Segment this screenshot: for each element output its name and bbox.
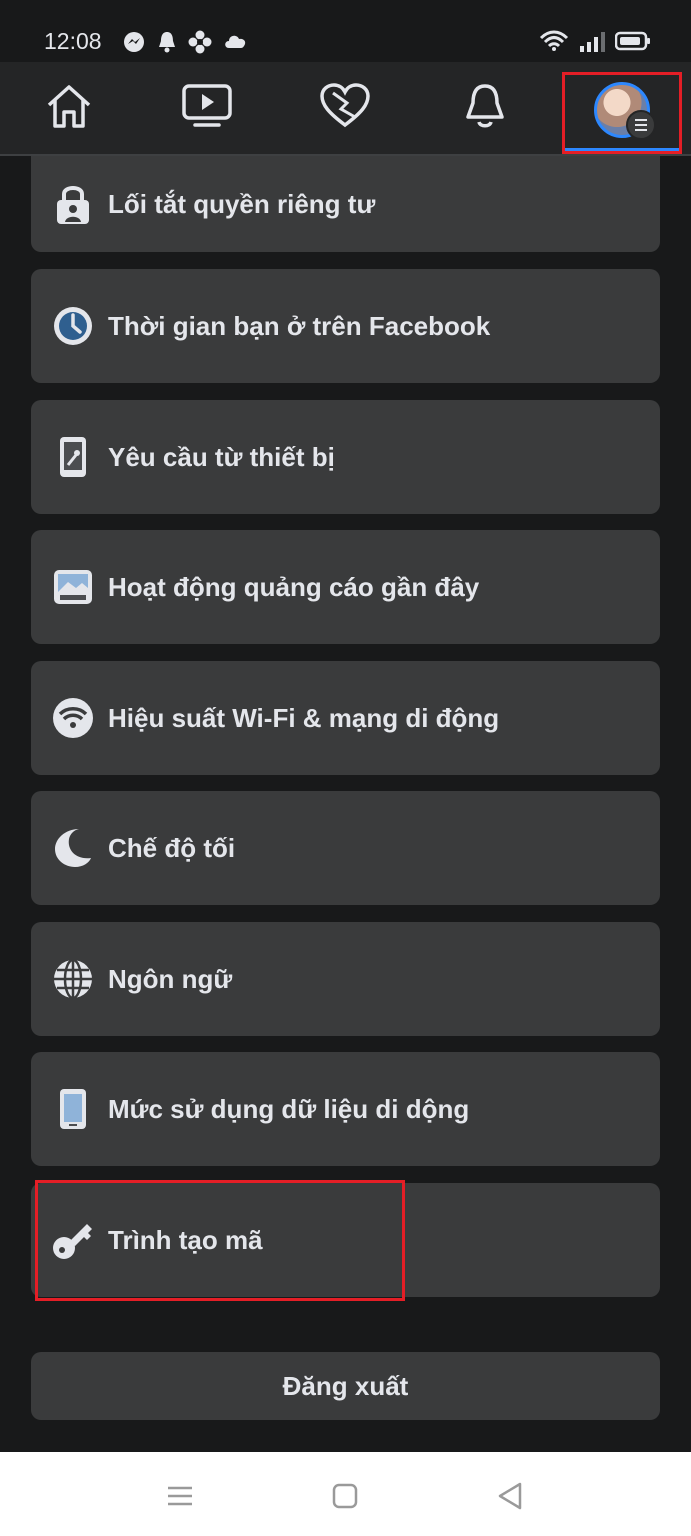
system-nav-bar (0, 1452, 691, 1536)
clock-icon (51, 304, 95, 348)
notifications-bell-icon (466, 84, 504, 128)
menu-item-label: Ngôn ngữ (108, 963, 233, 994)
moon-icon (51, 826, 95, 870)
status-time: 12:08 (44, 28, 102, 54)
status-right-icons (539, 30, 651, 52)
menu-item-label: Hoạt động quảng cáo gần đây (108, 571, 480, 602)
menu-item-label: Lối tắt quyền riêng tư (108, 188, 376, 219)
home-square-icon (332, 1483, 358, 1509)
device-key-icon (51, 435, 95, 479)
battery-icon (615, 31, 650, 51)
signal-icon (580, 32, 605, 52)
system-home-button[interactable] (325, 1476, 365, 1516)
back-triangle-icon (498, 1482, 522, 1510)
wifi-icon (539, 30, 569, 51)
menu-item-privacy-shortcuts[interactable]: Lối tắt quyền riêng tư (31, 156, 660, 252)
nav-home-button[interactable] (39, 76, 99, 136)
menu-item-language[interactable]: Ngôn ngữ (31, 922, 660, 1036)
watch-video-icon (182, 84, 232, 127)
menu-item-dark-mode[interactable]: Chế độ tối (31, 791, 660, 905)
menu-item-recent-ad-activity[interactable]: Hoạt động quảng cáo gần đây (31, 530, 660, 644)
status-left-icons (122, 30, 248, 54)
nav-dating-button[interactable] (315, 76, 375, 136)
lock-icon (51, 182, 95, 226)
recent-apps-button[interactable] (160, 1476, 200, 1516)
profile-highlight-box (562, 72, 682, 154)
menu-item-label: Yêu cầu từ thiết bị (108, 441, 335, 472)
phone-icon (51, 1087, 95, 1131)
menu-lines-icon (168, 1486, 192, 1506)
dating-heart-icon (320, 83, 370, 128)
menu-item-label: Chế độ tối (108, 832, 236, 863)
flower-icon (188, 30, 212, 54)
menu-item-time-on-facebook[interactable]: Thời gian bạn ở trên Facebook (31, 269, 660, 383)
wifi-icon (51, 696, 95, 740)
menu-item-device-requests[interactable]: Yêu cầu từ thiết bị (31, 400, 660, 514)
menu-item-label: Thời gian bạn ở trên Facebook (108, 310, 491, 341)
menu-item-mobile-data-usage[interactable]: Mức sử dụng dữ liệu di dộng (31, 1052, 660, 1166)
messenger-icon (124, 32, 144, 52)
nav-watch-button[interactable] (177, 76, 237, 136)
ad-image-icon (51, 565, 95, 609)
menu-item-label: Mức sử dụng dữ liệu di dộng (108, 1093, 470, 1124)
status-bar: 12:08 (0, 0, 691, 62)
system-back-button[interactable] (490, 1476, 530, 1516)
nav-notifications-button[interactable] (455, 76, 515, 136)
logout-button[interactable]: Đăng xuất (31, 1352, 660, 1420)
code-generator-highlight-box (35, 1180, 405, 1301)
globe-icon (51, 957, 95, 1001)
menu-item-label: Hiệu suất Wi-Fi & mạng di động (108, 702, 500, 733)
top-nav-bar (0, 62, 691, 156)
menu-item-wifi-mobile-performance[interactable]: Hiệu suất Wi-Fi & mạng di động (31, 661, 660, 775)
cloud-icon (225, 35, 246, 48)
home-icon (47, 85, 91, 128)
notification-bell-icon (159, 32, 175, 53)
